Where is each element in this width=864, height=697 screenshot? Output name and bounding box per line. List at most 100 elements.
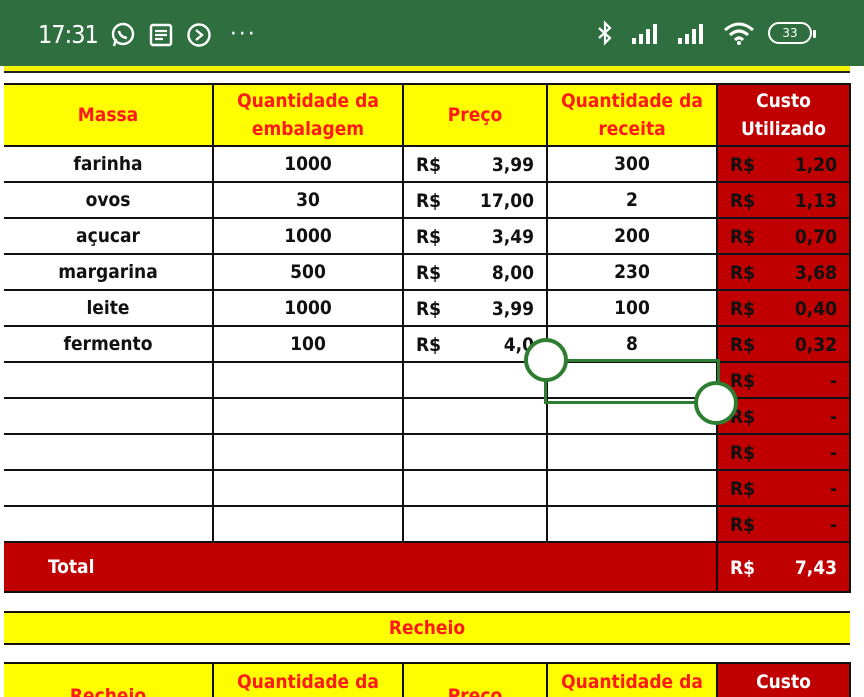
custo-value: 1,20 — [794, 154, 837, 176]
cell-qtd-receita[interactable]: 230 — [547, 254, 718, 291]
total-value: 7,43 — [794, 557, 837, 579]
battery-level: 33 — [782, 26, 798, 40]
cell-custo[interactable]: R$ 0,70 — [717, 218, 851, 255]
table-row: leite 1000 R$ 3,99 100 R$ 0,40 — [4, 290, 851, 327]
cell-item[interactable]: fermento — [4, 326, 214, 363]
header-massa[interactable]: Massa — [4, 83, 214, 147]
total-currency: R$ — [730, 557, 756, 579]
custo-value: - — [829, 442, 837, 464]
cell-qtd-embalagem[interactable]: 500 — [213, 254, 404, 291]
header-qtd-receita-2[interactable]: Quantidade da — [547, 662, 718, 697]
cell-qtd-receita[interactable] — [547, 506, 718, 543]
cell-custo[interactable]: R$ - — [717, 434, 851, 471]
signal-icon — [676, 20, 710, 46]
cell-qtd-embalagem[interactable] — [213, 398, 404, 435]
wifi-icon — [722, 20, 756, 46]
cell-preco[interactable] — [403, 506, 548, 543]
selection-handle-start[interactable] — [524, 338, 568, 382]
cell-qtd-embalagem[interactable] — [213, 362, 404, 399]
custo-currency: R$ — [730, 226, 756, 248]
cell-item[interactable]: farinha — [4, 146, 214, 183]
cell-qtd-embalagem[interactable] — [213, 434, 404, 471]
cell-item[interactable] — [4, 362, 214, 399]
cell-item[interactable]: açucar — [4, 218, 214, 255]
custo-currency: R$ — [730, 154, 756, 176]
cell-qtd-embalagem[interactable]: 1000 — [213, 290, 404, 327]
cell-item[interactable] — [4, 398, 214, 435]
cell-qtd-receita[interactable] — [547, 470, 718, 507]
preco-currency: R$ — [416, 226, 442, 248]
preco-value: 8,00 — [491, 262, 534, 284]
signal-icon — [630, 20, 664, 46]
cell-qtd-receita[interactable]: 200 — [547, 218, 718, 255]
cell-custo[interactable]: R$ 3,68 — [717, 254, 851, 291]
custo-currency: R$ — [730, 442, 756, 464]
spreadsheet[interactable]: Massa Quantidade da embalagem Preço Quan… — [0, 66, 864, 697]
table-row: R$ - — [4, 434, 851, 471]
cell-preco[interactable] — [403, 434, 548, 471]
custo-value: - — [829, 406, 837, 428]
cell-preco[interactable] — [403, 470, 548, 507]
cell-qtd-receita[interactable] — [547, 434, 718, 471]
custo-currency: R$ — [730, 334, 756, 356]
header-qtd-embalagem-2[interactable]: Quantidade da — [213, 662, 404, 697]
massa-body: farinha 1000 R$ 3,99 300 R$ 1,20 ovos 30 R$ 17,00 2… — [4, 146, 851, 543]
cell-item[interactable]: leite — [4, 290, 214, 327]
cell-item[interactable]: ovos — [4, 182, 214, 219]
header-preco[interactable]: Preço — [403, 83, 548, 147]
custo-value: 3,68 — [794, 262, 837, 284]
cell-qtd-embalagem[interactable]: 1000 — [213, 218, 404, 255]
preco-value: 17,00 — [479, 190, 534, 212]
cell-item[interactable] — [4, 434, 214, 471]
header-custo-utilizado[interactable]: Custo Utilizado — [717, 83, 851, 147]
cell-qtd-receita[interactable]: 100 — [547, 290, 718, 327]
cell-custo[interactable]: R$ 0,40 — [717, 290, 851, 327]
cell-preco[interactable]: R$ 3,49 — [403, 218, 548, 255]
cell-preco[interactable]: R$ 8,00 — [403, 254, 548, 291]
cell-qtd-receita[interactable]: 8 — [547, 326, 718, 363]
cell-qtd-embalagem[interactable] — [213, 470, 404, 507]
cell-custo[interactable]: R$ - — [717, 362, 851, 399]
recheio-title[interactable]: Recheio — [4, 611, 850, 645]
cell-qtd-receita[interactable]: 300 — [547, 146, 718, 183]
preco-value: 3,99 — [491, 298, 534, 320]
table-row: fermento 100 R$ 4,0 8 R$ 0,32 — [4, 326, 851, 363]
massa-table: Massa Quantidade da embalagem Preço Quan… — [4, 83, 851, 593]
cell-custo[interactable]: R$ 1,20 — [717, 146, 851, 183]
header-recheio[interactable]: Recheio — [4, 662, 214, 697]
cell-item[interactable] — [4, 470, 214, 507]
more-icon: ··· — [229, 22, 257, 47]
total-value-cell[interactable]: R$ 7,43 — [717, 541, 851, 593]
status-left: 17:31 ··· — [38, 20, 257, 49]
cell-item[interactable] — [4, 506, 214, 543]
custo-value: 1,13 — [794, 190, 837, 212]
status-right: 33 — [592, 20, 816, 46]
cell-qtd-embalagem[interactable] — [213, 506, 404, 543]
table-row: R$ - — [4, 470, 851, 507]
cell-preco[interactable]: R$ 17,00 — [403, 182, 548, 219]
cell-custo[interactable]: R$ - — [717, 506, 851, 543]
total-label[interactable]: Total — [4, 541, 718, 593]
selection-handle-end[interactable] — [694, 381, 738, 425]
custo-value: 0,40 — [794, 298, 837, 320]
cell-qtd-embalagem[interactable]: 1000 — [213, 146, 404, 183]
cell-custo[interactable]: R$ 1,13 — [717, 182, 851, 219]
app-icon — [186, 22, 212, 48]
cell-custo[interactable]: R$ 0,32 — [717, 326, 851, 363]
header-preco-2[interactable]: Preço — [403, 662, 548, 697]
cell-qtd-receita[interactable]: 2 — [547, 182, 718, 219]
cell-preco[interactable]: R$ 3,99 — [403, 146, 548, 183]
header-qtd-embalagem[interactable]: Quantidade da embalagem — [213, 83, 404, 147]
cell-qtd-embalagem[interactable]: 100 — [213, 326, 404, 363]
custo-currency: R$ — [730, 370, 756, 392]
cell-qtd-embalagem[interactable]: 30 — [213, 182, 404, 219]
header-custo-2[interactable]: Custo — [717, 662, 851, 697]
cell-item[interactable]: margarina — [4, 254, 214, 291]
header-qtd-receita[interactable]: Quantidade da receita — [547, 83, 718, 147]
preco-value: 3,99 — [491, 154, 534, 176]
preco-currency: R$ — [416, 334, 442, 356]
cell-preco[interactable]: R$ 3,99 — [403, 290, 548, 327]
cell-preco[interactable] — [403, 398, 548, 435]
custo-currency: R$ — [730, 262, 756, 284]
cell-custo[interactable]: R$ - — [717, 470, 851, 507]
